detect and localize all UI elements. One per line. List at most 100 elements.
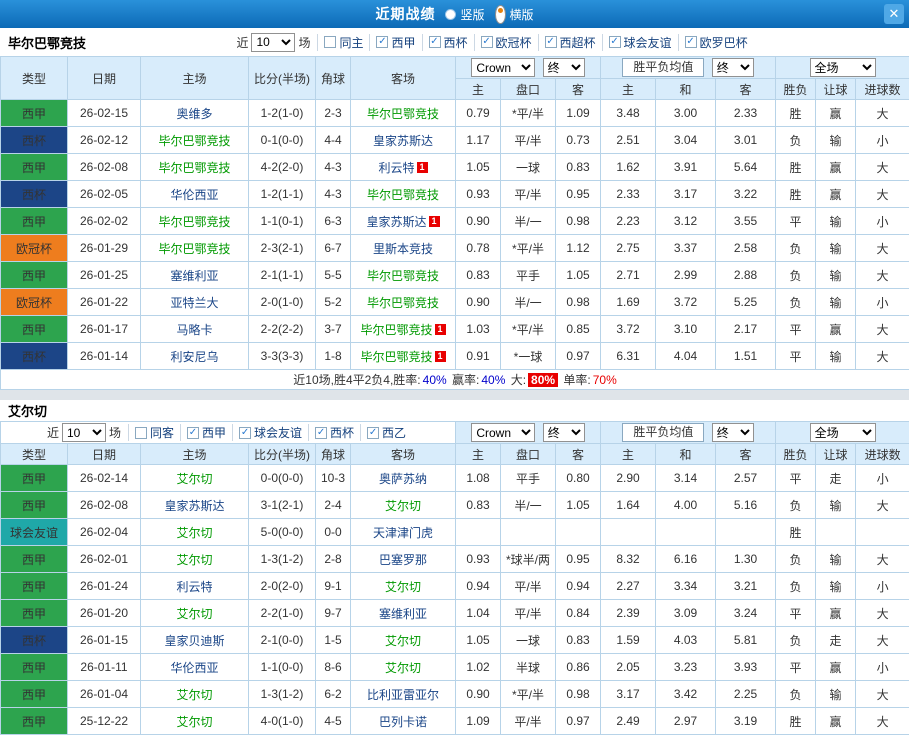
- team-link[interactable]: 毕尔巴鄂竞技: [158, 242, 230, 256]
- checkbox-checked-icon[interactable]: ✓: [544, 36, 557, 48]
- final-odds-select[interactable]: 终: [542, 58, 585, 77]
- handicap-cell: *平/半: [500, 315, 556, 343]
- avg-odds-box[interactable]: 胜平负均值: [622, 58, 705, 77]
- team-link[interactable]: 艾尔切: [176, 607, 212, 621]
- filter-西甲[interactable]: ✓ 西甲: [369, 33, 421, 51]
- checkbox-checked-icon[interactable]: ✓: [187, 426, 199, 439]
- checkbox-checked-icon[interactable]: ✓: [367, 426, 380, 439]
- avg-draw-cell: 2.99: [655, 261, 717, 289]
- bookmaker-select[interactable]: Crown: [471, 423, 536, 442]
- team-link[interactable]: 艾尔切: [385, 634, 421, 648]
- away-team-cell: 利云特 1: [350, 153, 456, 181]
- team-link[interactable]: 奥萨苏纳: [379, 472, 427, 486]
- team-link[interactable]: 利云特: [378, 161, 414, 175]
- team-link[interactable]: 华伦西亚: [170, 661, 218, 675]
- team-link[interactable]: 利安尼乌: [170, 350, 218, 364]
- filter-同主[interactable]: 同主: [317, 33, 369, 51]
- team-link[interactable]: 比利亚雷亚尔: [367, 688, 439, 702]
- filter-欧冠杯[interactable]: ✓ 欧冠杯: [473, 33, 538, 51]
- team-link[interactable]: 皇家苏斯达: [373, 134, 433, 148]
- team-link[interactable]: 毕尔巴鄂竞技: [367, 107, 439, 121]
- match-count-select[interactable]: 10: [251, 32, 296, 52]
- away-team-cell: 皇家苏斯达: [350, 126, 456, 154]
- avg-home-cell: 1.69: [600, 288, 657, 316]
- checkbox-checked-icon[interactable]: ✓: [608, 36, 621, 48]
- result-cell: 平: [775, 342, 817, 370]
- filter-西杯[interactable]: ✓ 西杯: [308, 424, 360, 441]
- checkbox-checked-icon[interactable]: ✓: [684, 36, 697, 48]
- layout-horizontal-option[interactable]: 横版: [494, 4, 534, 24]
- checkbox-unchecked-icon[interactable]: [134, 426, 147, 439]
- team-link[interactable]: 艾尔切: [176, 553, 212, 567]
- team-link[interactable]: 皇家苏斯达: [366, 215, 426, 229]
- avg-home-cell: 3.48: [600, 99, 657, 127]
- match-row: 西杯 26-01-15 皇家贝迪斯 2-1(0-0) 1-5 艾尔切 1.05 一球 0.83 1…: [0, 626, 909, 654]
- team-link[interactable]: 马略卡: [176, 323, 212, 337]
- match-count-select[interactable]: 10: [61, 423, 106, 442]
- layout-vertical-option[interactable]: 竖版: [445, 6, 485, 23]
- team-link[interactable]: 巴列卡诺: [379, 715, 427, 729]
- corners-cell: 4-3: [315, 180, 351, 208]
- final-odds-select[interactable]: 终: [542, 423, 585, 442]
- team-link[interactable]: 毕尔巴鄂竞技: [360, 350, 432, 364]
- result-cell: 负: [775, 680, 817, 708]
- team-link[interactable]: 艾尔切: [176, 526, 212, 540]
- avg-home-cell: 1.62: [600, 153, 657, 181]
- fullmatch-select[interactable]: 全场: [809, 58, 876, 77]
- team-link[interactable]: 塞维利亚: [379, 607, 427, 621]
- team-link[interactable]: 艾尔切: [176, 688, 212, 702]
- team-link[interactable]: 亚特兰大: [170, 296, 218, 310]
- team-link[interactable]: 毕尔巴鄂竞技: [367, 296, 439, 310]
- team-link[interactable]: 艾尔切: [385, 580, 421, 594]
- radio-unselected-icon[interactable]: [445, 8, 457, 20]
- handicap-cell: *平/半: [500, 680, 557, 708]
- filter-球会友谊[interactable]: ✓ 球会友谊: [601, 33, 678, 51]
- bookmaker-select[interactable]: Crown: [471, 58, 536, 77]
- team-link[interactable]: 华伦西亚: [170, 188, 218, 202]
- checkbox-checked-icon[interactable]: ✓: [239, 426, 252, 439]
- filter-欧罗巴杯[interactable]: ✓ 欧罗巴杯: [677, 33, 754, 51]
- close-icon[interactable]: ✕: [884, 4, 904, 24]
- filter-西甲[interactable]: ✓ 西甲: [180, 424, 232, 441]
- team-link[interactable]: 毕尔巴鄂竞技: [158, 161, 230, 175]
- team-link[interactable]: 塞维利亚: [170, 269, 218, 283]
- final-avg-select[interactable]: 终: [711, 58, 754, 77]
- team-link[interactable]: 巴塞罗那: [379, 553, 427, 567]
- team-link[interactable]: 毕尔巴鄂竞技: [367, 188, 439, 202]
- team-link[interactable]: 皇家苏斯达: [164, 499, 224, 513]
- odds-away-cell: 0.73: [554, 126, 602, 154]
- section-divider: [0, 390, 909, 400]
- team-link[interactable]: 里斯本竞技: [373, 242, 433, 256]
- red-card-badge: 1: [434, 350, 446, 362]
- team-link[interactable]: 艾尔切: [385, 499, 421, 513]
- checkbox-checked-icon[interactable]: ✓: [480, 36, 493, 48]
- team-link[interactable]: 毕尔巴鄂竞技: [158, 215, 230, 229]
- filter-西超杯[interactable]: ✓ 西超杯: [537, 33, 602, 51]
- team-link[interactable]: 艾尔切: [176, 715, 212, 729]
- team-link[interactable]: 皇家贝迪斯: [164, 634, 224, 648]
- checkbox-checked-icon[interactable]: ✓: [428, 36, 441, 48]
- avg-odds-box[interactable]: 胜平负均值: [622, 423, 705, 442]
- team-link[interactable]: 艾尔切: [176, 472, 212, 486]
- filter-同客[interactable]: 同客: [127, 424, 180, 441]
- team-link[interactable]: 利云特: [176, 580, 212, 594]
- filter-球会友谊[interactable]: ✓ 球会友谊: [232, 424, 308, 441]
- result-cell: 胜: [775, 518, 817, 546]
- checkbox-checked-icon[interactable]: ✓: [376, 36, 389, 48]
- team-link[interactable]: 毕尔巴鄂竞技: [360, 323, 432, 337]
- radio-selected-icon[interactable]: [494, 4, 506, 24]
- checkbox-unchecked-icon[interactable]: [324, 36, 337, 48]
- fullmatch-select[interactable]: 全场: [809, 423, 876, 442]
- team-link[interactable]: 艾尔切: [385, 661, 421, 675]
- checkbox-checked-icon[interactable]: ✓: [315, 426, 328, 439]
- team-link[interactable]: 天津津门虎: [373, 526, 433, 540]
- team-link[interactable]: 毕尔巴鄂竞技: [367, 269, 439, 283]
- team-link[interactable]: 奥维多: [176, 107, 212, 121]
- filter-西杯[interactable]: ✓ 西杯: [421, 33, 474, 51]
- result-cell: 胜: [775, 153, 817, 181]
- avg-away-cell: 2.58: [715, 234, 777, 262]
- final-avg-select[interactable]: 终: [711, 423, 754, 442]
- filter-西乙[interactable]: ✓ 西乙: [360, 424, 412, 441]
- league-cell: 西甲: [0, 545, 68, 573]
- team-link[interactable]: 毕尔巴鄂竞技: [158, 134, 230, 148]
